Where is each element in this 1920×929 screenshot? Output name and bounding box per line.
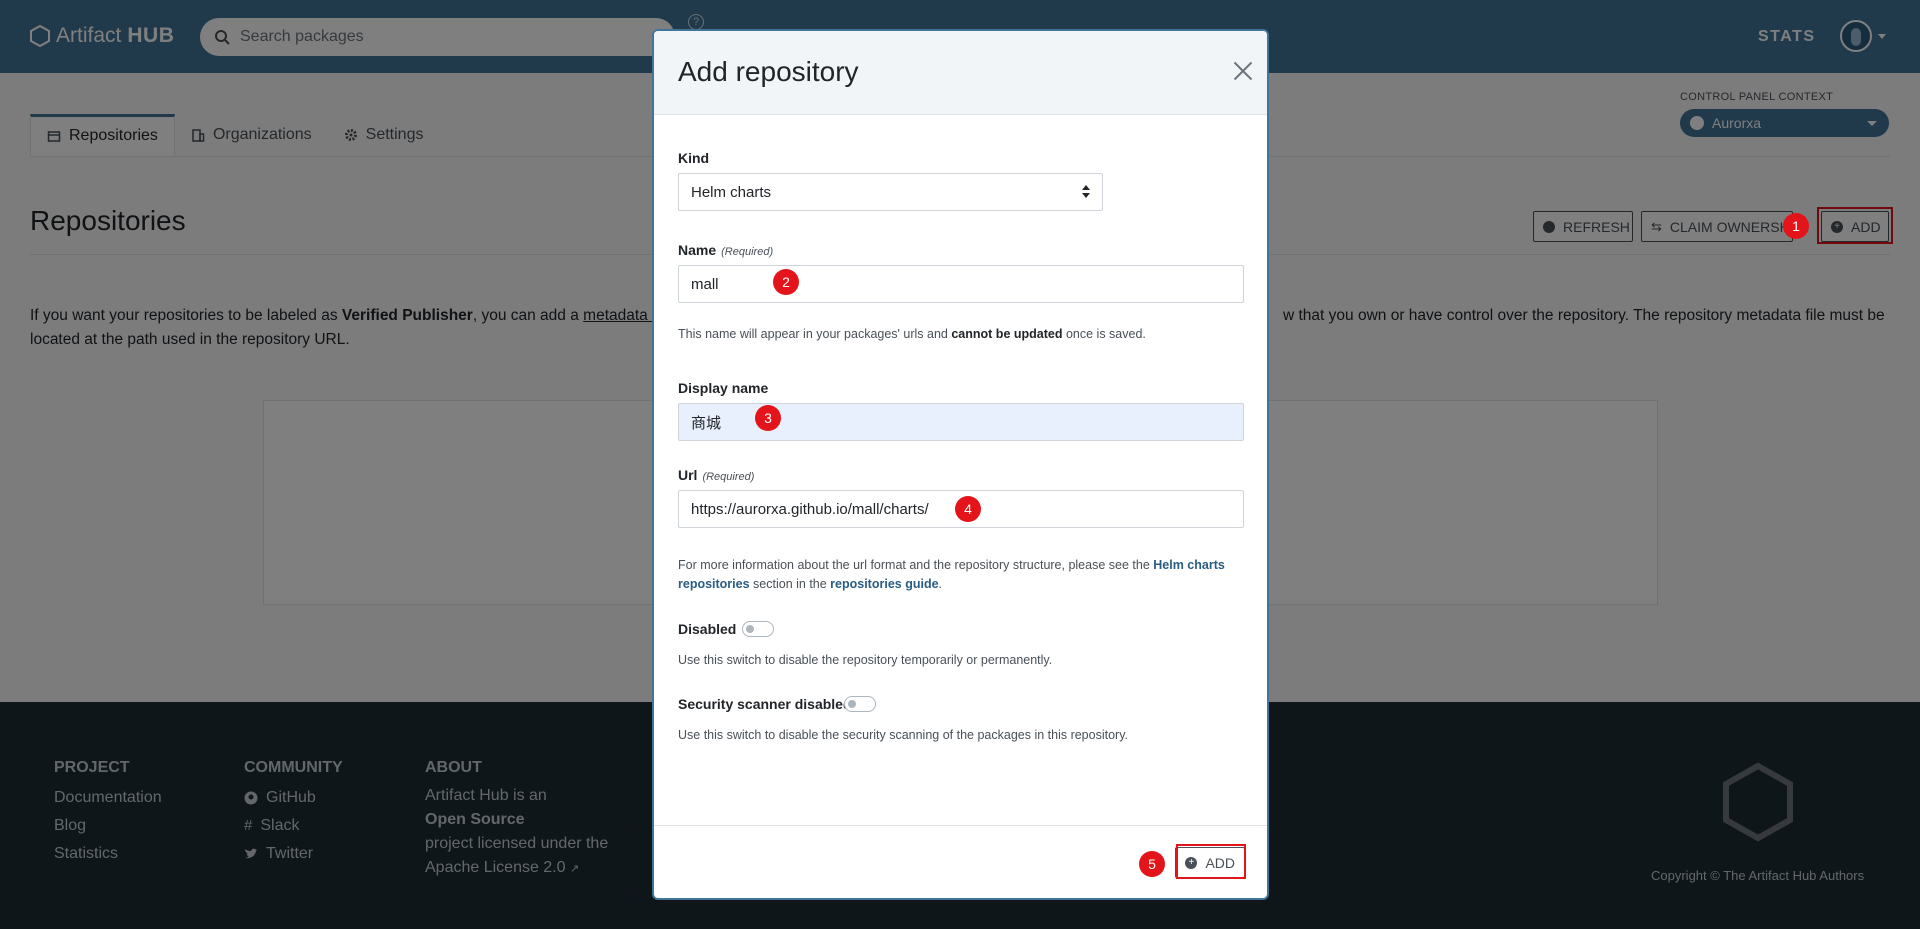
modal-body: Kind Helm charts Name (Required) mall Thi… [654, 115, 1267, 815]
kind-label: Kind [678, 150, 710, 166]
help-bold: cannot be updated [951, 327, 1063, 341]
help-text: once is saved. [1062, 327, 1146, 341]
modal-title: Add repository [678, 56, 859, 87]
kind-value: Helm charts [691, 183, 772, 201]
modal-header: Add repository [654, 31, 1267, 115]
name-help: This name will appear in your packages' … [678, 325, 1244, 344]
annotation-badge: 4 [955, 496, 981, 522]
kind-select[interactable]: Helm charts [678, 173, 1103, 211]
add-repository-modal: Add repository Kind Helm charts Name (Req… [652, 29, 1269, 900]
help-text: For more information about the url forma… [678, 558, 1154, 572]
disabled-switch[interactable] [742, 621, 774, 637]
name-label: Name (Required) [678, 242, 773, 258]
name-value: mall [691, 275, 719, 293]
disabled-label: Disabled [678, 621, 737, 637]
annotation-badge: 3 [755, 405, 781, 431]
select-arrows-icon [1082, 185, 1090, 199]
help-text: . [938, 577, 943, 591]
url-label: Url (Required) [678, 467, 754, 483]
annotation-badge: 2 [773, 269, 799, 295]
highlight-box [1176, 844, 1246, 879]
url-label-text: Url [678, 467, 698, 483]
name-input[interactable]: mall [678, 265, 1244, 303]
disabled-help: Use this switch to disable the repositor… [678, 653, 1053, 667]
annotation-badge: 5 [1139, 851, 1165, 877]
help-text: section in the [749, 577, 831, 591]
security-scanner-label: Security scanner disabled [678, 696, 852, 712]
repositories-guide-link[interactable]: repositories guide [830, 577, 938, 591]
display-name-value: 商城 [691, 414, 722, 432]
close-icon[interactable] [1233, 61, 1253, 81]
display-name-label: Display name [678, 380, 769, 396]
url-value: https://aurorxa.github.io/mall/charts/ [691, 500, 929, 518]
security-scanner-help: Use this switch to disable the security … [678, 728, 1128, 742]
security-scanner-switch[interactable] [844, 696, 876, 712]
url-help: For more information about the url forma… [678, 556, 1244, 594]
annotation-badge: 1 [1783, 213, 1809, 239]
required-hint: (Required) [702, 471, 755, 483]
name-label-text: Name [678, 242, 717, 258]
help-text: This name will appear in your packages' … [678, 327, 952, 341]
required-hint: (Required) [721, 246, 774, 258]
